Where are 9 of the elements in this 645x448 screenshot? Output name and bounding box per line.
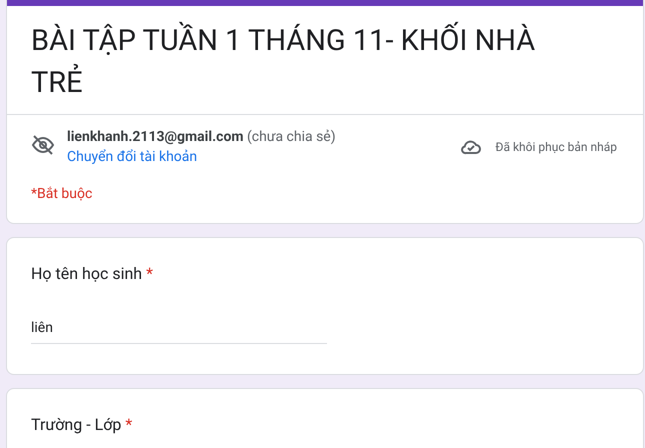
account-text: lienkhanh.2113@gmail.com (chưa chia sẻ) [67,128,336,147]
form-title: BÀI TẬP TUẦN 1 THÁNG 11- KHỐI NHÀ TRẺ [31,20,591,104]
answer-field[interactable]: liên [31,318,327,344]
required-note: *Bắt buộc [31,186,92,202]
eye-off-icon [31,133,55,157]
question-label: Trường - Lớp * [31,414,134,436]
draft-status: Đã khôi phục bản nháp [495,139,617,156]
switch-account-link[interactable]: Chuyển đổi tài khoản [67,147,336,167]
question-label: Họ tên học sinh * [31,263,154,285]
